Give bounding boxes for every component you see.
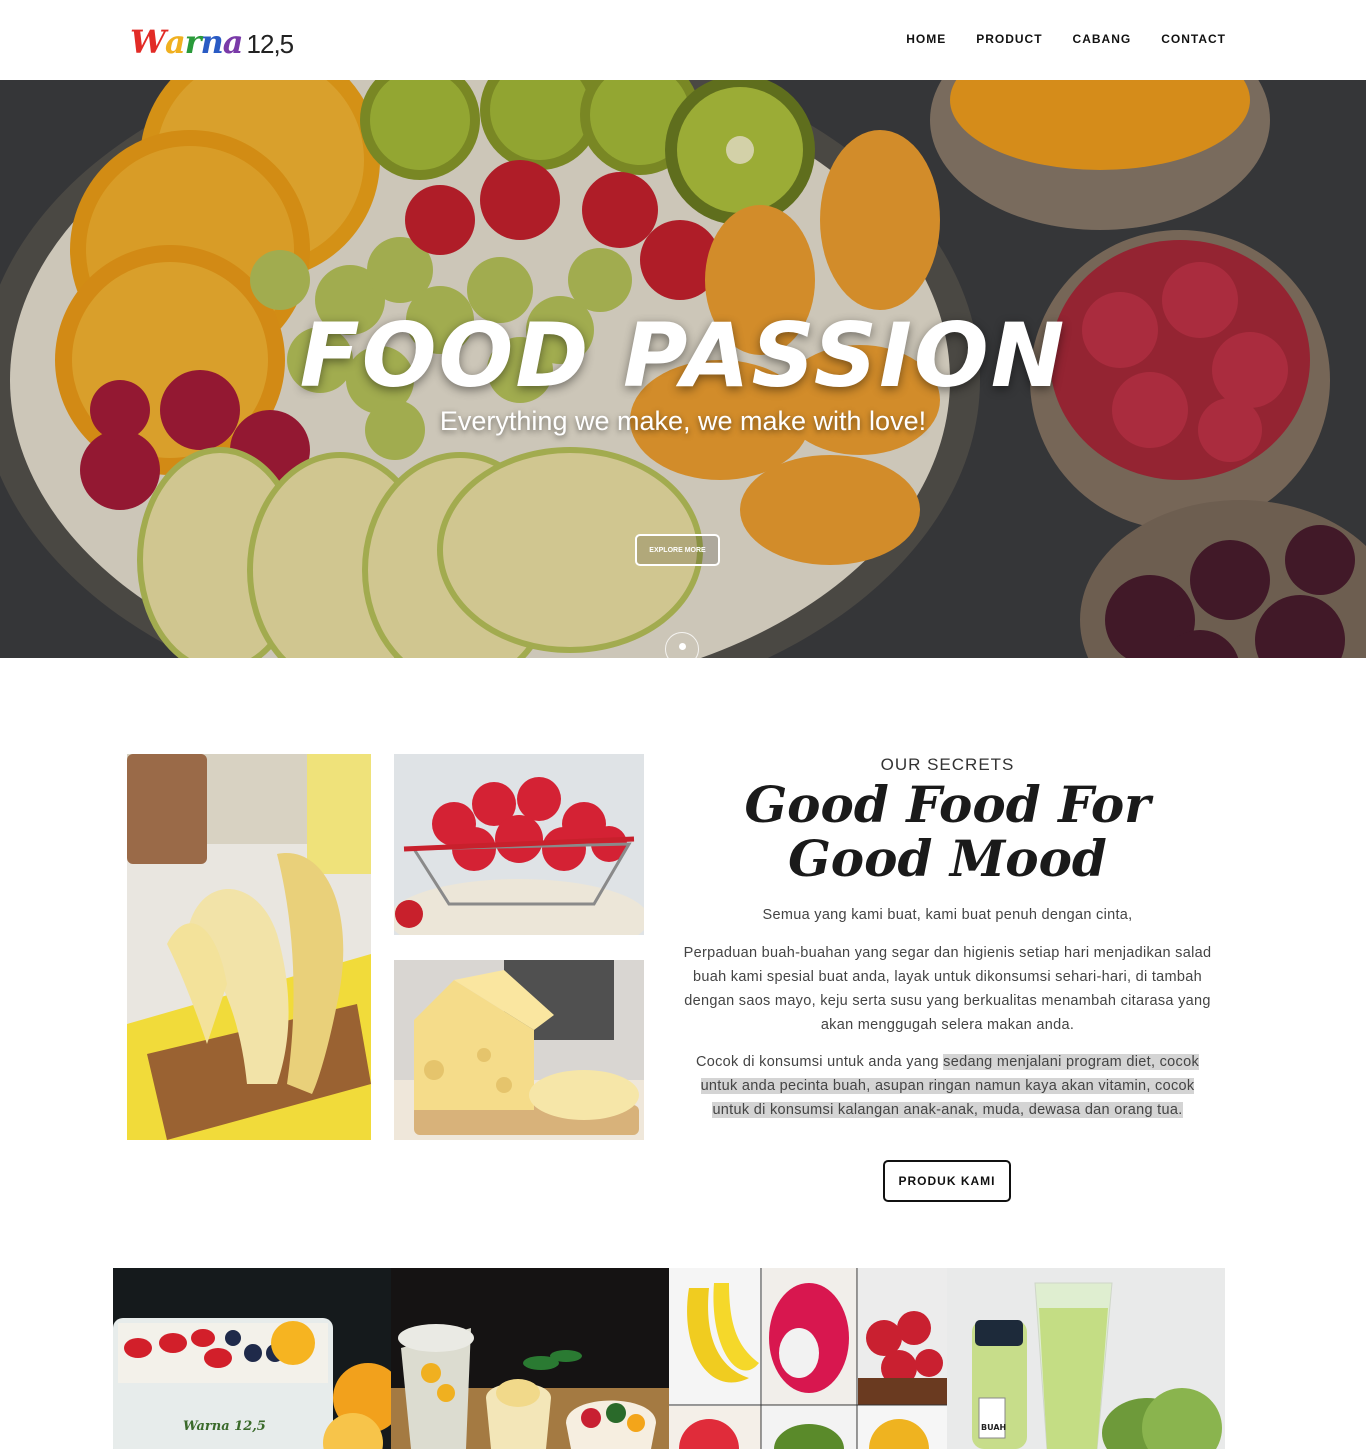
nav-home[interactable]: HOME <box>906 32 946 46</box>
logo-number: 12,5 <box>246 29 295 59</box>
hero-title: FOOD PASSION <box>299 304 1067 407</box>
intro-text: Semua yang kami buat, kami buat penuh de… <box>762 907 1133 923</box>
gallery-juice[interactable]: BUAH <box>947 1268 1225 1449</box>
gallery-dessert-cups[interactable] <box>391 1268 669 1449</box>
logo-script-text: Warna <box>130 23 244 61</box>
nav-cabang[interactable]: CABANG <box>1073 32 1132 46</box>
slider-dot-active[interactable] <box>679 643 686 650</box>
section-title: Good Food For Good Mood <box>744 775 1151 888</box>
cheese-photo <box>394 960 644 1140</box>
hero-slider: FOOD PASSION Everything we make, we make… <box>0 80 1366 658</box>
slider-pagination[interactable] <box>665 632 699 658</box>
gallery-salad-box[interactable]: Warna 12,5 <box>113 1268 391 1449</box>
juice-bottle-label: BUAH <box>981 1423 1006 1432</box>
paragraph-plain-text: Cocok di konsumsi untuk anda yang <box>696 1054 944 1070</box>
section-eyebrow: OUR SECRETS <box>880 755 1015 774</box>
description-paragraph: Perpaduan buah-buahan yang segar dan hig… <box>683 945 1212 1033</box>
hero-subtitle: Everything we make, we make with love! <box>439 406 927 436</box>
site-header: Warna 12,5 HOME PRODUCT CABANG CONTACT <box>0 0 1366 80</box>
gallery-fruit-collage[interactable] <box>669 1268 947 1449</box>
banana-photo <box>127 754 371 1140</box>
main-nav: HOME PRODUCT CABANG CONTACT <box>906 32 1226 46</box>
produk-kami-button[interactable]: PRODUK KAMI <box>883 1160 1011 1202</box>
strawberry-basket-photo <box>394 754 644 935</box>
salad-box-label: Warna 12,5 <box>183 1419 266 1434</box>
nav-contact[interactable]: CONTACT <box>1161 32 1226 46</box>
explore-more-button[interactable]: EXPLORE MORE <box>635 534 720 566</box>
nav-product[interactable]: PRODUCT <box>976 32 1042 46</box>
target-audience-paragraph: Cocok di konsumsi untuk anda yang sedang… <box>680 1050 1215 1122</box>
site-logo[interactable]: Warna 12,5 <box>130 23 295 61</box>
